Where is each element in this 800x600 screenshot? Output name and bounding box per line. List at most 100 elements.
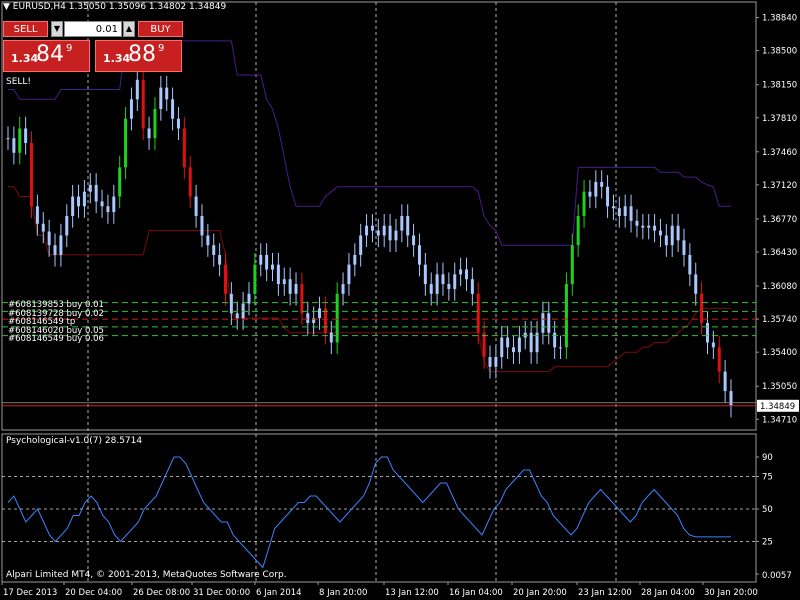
oscillator-tick-label: 0.0057 xyxy=(762,571,792,581)
price-tick-label: 1.36080 xyxy=(762,282,797,292)
order-labels: #608139853 buy 0.01 #608139728 buy 0.02 … xyxy=(8,301,104,344)
price-candle-body xyxy=(694,274,698,294)
oscillator-line xyxy=(7,456,731,569)
price-candle-body xyxy=(559,347,563,349)
price-candle-body xyxy=(200,216,204,236)
price-candle-body xyxy=(570,245,574,285)
price-candle-body xyxy=(188,167,192,197)
price-candle-body xyxy=(711,342,715,348)
price-candle-body xyxy=(41,223,45,232)
price-candle-body xyxy=(388,225,392,241)
price-candle-body xyxy=(235,313,239,319)
price-candle-body xyxy=(482,332,486,358)
price-candle-body xyxy=(441,274,445,285)
price-candle-body xyxy=(112,196,116,213)
price-candle-body xyxy=(370,225,374,231)
lot-decrease-arrow[interactable]: ▼ xyxy=(51,21,63,37)
lot-increase-arrow[interactable]: ▲ xyxy=(123,21,135,37)
price-candle-body xyxy=(171,99,175,119)
price-tick-label: 1.36430 xyxy=(762,248,797,258)
price-tick-label: 1.34710 xyxy=(762,415,797,425)
price-candle-body xyxy=(259,254,263,265)
price-candle-body xyxy=(282,279,286,285)
price-candle-body xyxy=(541,313,545,333)
oscillator-tick-label: 90 xyxy=(762,453,773,463)
price-candle-body xyxy=(288,279,292,294)
price-candle-body xyxy=(300,284,304,314)
current-price-label: 1.34849 xyxy=(760,402,795,412)
sell-button[interactable]: SELL xyxy=(3,21,48,37)
price-candle-body xyxy=(30,143,34,207)
price-candle-body xyxy=(59,235,63,255)
price-candle-body xyxy=(647,225,651,228)
price-candle-body xyxy=(100,201,104,207)
price-candle-body xyxy=(294,284,298,294)
buy-price-pips: 88 xyxy=(128,42,156,67)
price-candle-body xyxy=(124,118,128,168)
price-candle-body xyxy=(494,357,498,367)
price-candle-body xyxy=(705,323,709,343)
oscillator-tick-label: 25 xyxy=(762,538,773,548)
price-candle-body xyxy=(194,196,198,216)
lot-size-input[interactable] xyxy=(64,21,122,37)
oscillator-tick-label: 75 xyxy=(762,473,773,483)
price-candle-body xyxy=(118,167,122,197)
time-tick-label: 23 Jan 12:00 xyxy=(578,588,632,598)
window-menu-icon[interactable]: ▼ xyxy=(3,2,10,12)
price-candle-body xyxy=(6,138,10,140)
price-candle-body xyxy=(500,337,504,358)
sell-price-fraction: 9 xyxy=(66,43,73,54)
price-candle-body xyxy=(564,284,568,348)
price-candle-body xyxy=(417,245,421,265)
price-candle-body xyxy=(553,332,557,348)
price-candle-body xyxy=(365,225,369,236)
price-candle-body xyxy=(676,225,680,241)
time-tick-label: 30 Jan 20:00 xyxy=(704,588,758,598)
order-label[interactable]: #608146549 buy 0.06 xyxy=(8,335,104,344)
price-candle-body xyxy=(53,245,57,255)
price-candle-body xyxy=(153,109,157,139)
time-tick-label: 13 Jan 12:00 xyxy=(385,588,439,598)
oscillator-pane-frame xyxy=(1,433,757,583)
chart-header: ▼ EURUSD,H4 1.35050 1.35096 1.34802 1.34… xyxy=(3,2,226,12)
price-candle-body xyxy=(82,191,86,207)
price-candle-body xyxy=(71,196,75,216)
price-candle-body xyxy=(353,254,357,265)
time-tick-label: 26 Dec 08:00 xyxy=(133,588,190,598)
price-candle-body xyxy=(453,274,457,289)
price-tick-label: 1.37810 xyxy=(762,114,797,124)
price-candle-body xyxy=(218,254,222,265)
price-candle-body xyxy=(212,245,216,255)
price-candle-body xyxy=(623,206,627,216)
price-candle-body xyxy=(341,284,345,294)
price-candle-body xyxy=(347,264,351,285)
price-candle-body xyxy=(464,269,468,280)
price-candle-body xyxy=(688,254,692,275)
buy-button[interactable]: BUY xyxy=(138,21,183,37)
price-tick-label: 1.35400 xyxy=(762,348,797,358)
price-candle-body xyxy=(24,128,28,144)
price-candle-body xyxy=(106,206,110,213)
price-candle-body xyxy=(359,235,363,255)
time-tick-label: 6 Jan 2014 xyxy=(256,588,302,598)
sell-price-box[interactable]: 1.34 84 9 xyxy=(3,40,90,72)
price-candle-body xyxy=(306,313,310,323)
price-candle-body xyxy=(470,279,474,294)
sell-price-pips: 84 xyxy=(36,42,64,67)
price-candle-body xyxy=(423,264,427,285)
buy-price-box[interactable]: 1.34 88 9 xyxy=(95,40,182,72)
time-tick-label: 28 Jan 04:00 xyxy=(641,588,695,598)
price-candle-body xyxy=(88,184,92,192)
price-candle-body xyxy=(376,230,380,236)
price-candle-body xyxy=(635,220,639,226)
price-candle-body xyxy=(323,308,327,333)
price-candle-body xyxy=(276,264,280,285)
price-candle-body xyxy=(576,216,580,246)
chart-canvas[interactable]: 1.38840 1.38500 1.38150 1.37810 1.37460 1.371… xyxy=(0,0,800,600)
price-candle-body xyxy=(517,337,521,353)
price-candle-body xyxy=(265,254,269,270)
price-candle-body xyxy=(682,240,686,255)
price-candle-body xyxy=(394,230,398,241)
price-candle-body xyxy=(582,191,586,216)
price-tick-label: 1.36770 xyxy=(762,215,797,225)
